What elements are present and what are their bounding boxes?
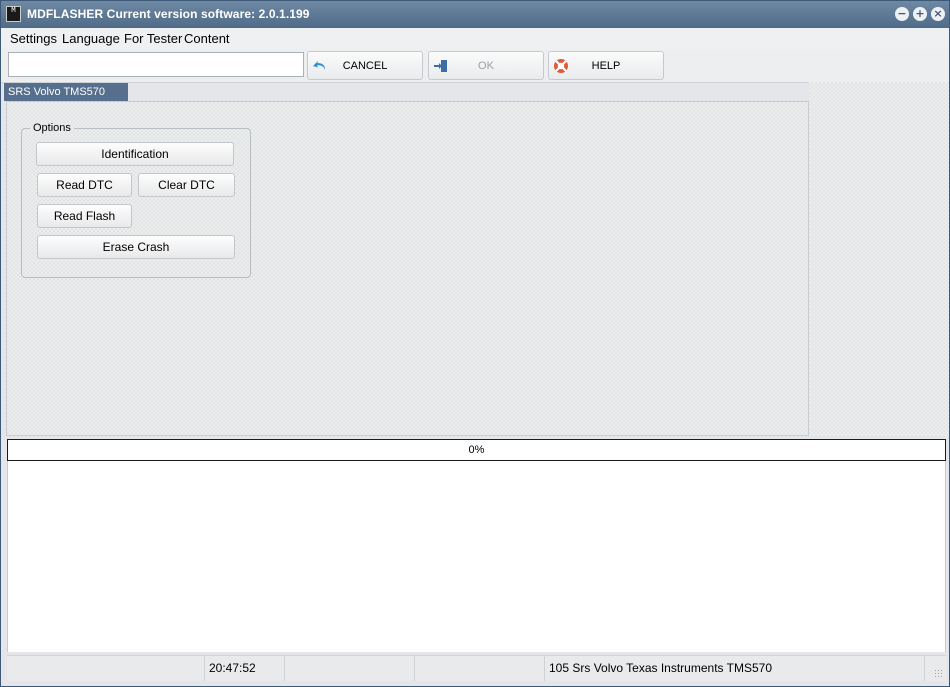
menu-bar: Settings Language For Tester Content [1,28,949,49]
cancel-button[interactable]: CANCEL [307,51,423,80]
cancel-label: CANCEL [342,60,388,72]
side-area [809,82,949,436]
resize-grip-icon[interactable] [934,669,944,679]
title-bar[interactable]: M MDFLASHER Current version software: 2.… [1,1,949,28]
menu-language[interactable]: Language [62,31,120,46]
ok-button[interactable]: OK [428,51,544,80]
version-title: Current version software: 2.0.1.199 [106,7,310,21]
toolbar: CANCEL OK HELP [1,49,949,83]
status-cell-empty-2 [285,656,415,681]
tab-srs-volvo[interactable]: SRS Volvo TMS570 CAN [4,83,128,116]
options-group: Options Identification Read DTC Clear DT… [21,122,251,278]
close-icon[interactable]: × [931,7,945,21]
main-panel: Options Identification Read DTC Clear DT… [6,101,809,436]
menu-for-tester[interactable]: For Tester [124,31,182,46]
read-flash-button[interactable]: Read Flash [37,204,132,228]
erase-crash-button[interactable]: Erase Crash [37,235,235,259]
progress-bar: 0% [7,439,946,461]
maximize-icon[interactable]: + [913,7,927,21]
read-dtc-button[interactable]: Read DTC [37,173,132,197]
menu-content[interactable]: Content [184,31,230,46]
ok-label: OK [478,60,494,72]
menu-settings[interactable]: Settings [10,31,57,46]
identification-button[interactable]: Identification [36,142,234,166]
app-logo-icon: M [6,6,21,22]
status-bar: 20:47:52 105 Srs Volvo Texas Instruments… [7,655,946,681]
status-cell-empty-1 [7,656,205,681]
status-cell-empty-3 [415,656,545,681]
help-label: HELP [591,60,621,72]
help-button[interactable]: HELP [548,51,664,80]
status-time: 20:47:52 [205,656,285,681]
options-title: Options [30,122,74,134]
main-window: M MDFLASHER Current version software: 2.… [0,0,950,687]
progress-text: 0% [468,444,485,456]
minimize-icon[interactable]: − [895,7,909,21]
status-device: 105 Srs Volvo Texas Instruments TMS570 [545,656,925,681]
window-title: MDFLASHER Current version software: 2.0.… [27,7,310,21]
clear-dtc-button[interactable]: Clear DTC [138,173,235,197]
app-name: MDFLASHER [27,7,104,21]
log-output[interactable] [7,461,946,652]
command-input[interactable] [8,52,304,77]
